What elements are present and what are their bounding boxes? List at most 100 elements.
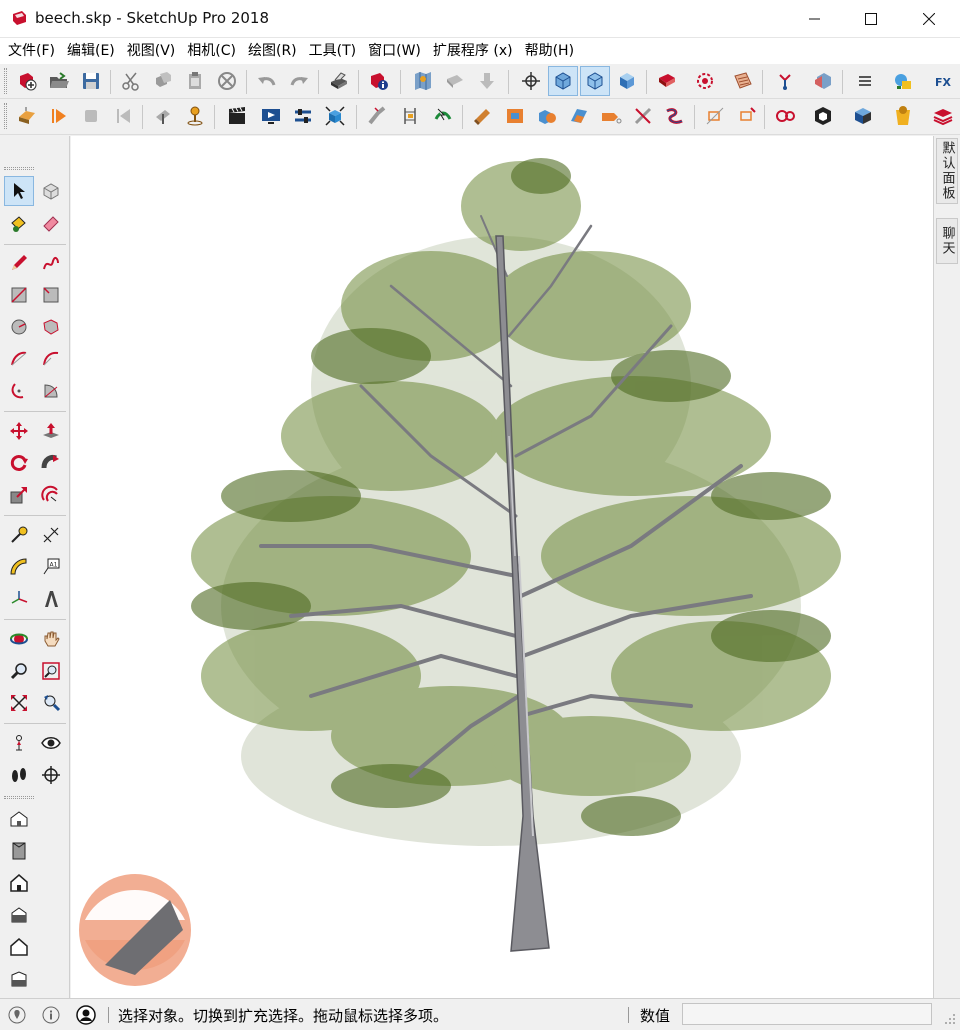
geo-location-button[interactable]	[6, 1004, 28, 1026]
drawing-viewport[interactable]	[71, 136, 933, 998]
rotated-rectangle-tool[interactable]	[36, 280, 66, 310]
curve-button[interactable]	[660, 101, 690, 131]
polygon-tool[interactable]	[36, 312, 66, 342]
print-button[interactable]	[324, 66, 354, 96]
front-view-button[interactable]	[4, 868, 34, 898]
undo-button[interactable]	[252, 66, 282, 96]
freehand-tool[interactable]	[36, 248, 66, 278]
toolbar-grip[interactable]	[4, 103, 7, 129]
maximize-button[interactable]	[842, 0, 900, 38]
wireframe-button[interactable]	[580, 66, 610, 96]
top-view-button[interactable]	[4, 836, 34, 866]
menu-window[interactable]: 窗口(W)	[363, 38, 426, 64]
menu-help[interactable]: 帮助(H)	[520, 38, 579, 64]
sandbox-button[interactable]	[12, 101, 42, 131]
two-point-arc-tool[interactable]	[36, 344, 66, 374]
section-plane-toolbar-button[interactable]	[690, 66, 720, 96]
new-button[interactable]	[12, 66, 42, 96]
menu-file[interactable]: 文件(F)	[3, 38, 60, 64]
delete-button[interactable]	[212, 66, 242, 96]
palette-grip[interactable]	[4, 167, 34, 170]
palette-grip[interactable]	[4, 796, 34, 799]
circle-tool[interactable]	[4, 312, 34, 342]
scale-tool[interactable]	[4, 480, 34, 510]
redo-button[interactable]	[284, 66, 314, 96]
tab-default-tray[interactable]: 默认面板	[936, 138, 958, 204]
tab-chat[interactable]: 聊天	[936, 218, 958, 264]
sketchfab-button[interactable]	[808, 101, 838, 131]
left-view-button[interactable]	[4, 964, 34, 994]
adjust-button[interactable]	[288, 101, 318, 131]
zoom-extents-tool[interactable]	[4, 688, 34, 718]
line-tool-button[interactable]	[362, 101, 392, 131]
cut-button[interactable]	[116, 66, 146, 96]
3d-warehouse-button[interactable]	[848, 101, 878, 131]
account-button[interactable]	[75, 1004, 97, 1026]
toolbar-grip[interactable]	[4, 68, 7, 94]
section-display-button[interactable]	[700, 101, 730, 131]
make-component-tool[interactable]	[36, 176, 66, 206]
menu-extensions[interactable]: 扩展程序 (x)	[428, 38, 518, 64]
arc-tool[interactable]	[4, 344, 34, 374]
close-button[interactable]	[900, 0, 958, 38]
resize-grip-icon[interactable]	[944, 1013, 956, 1025]
layers-button[interactable]	[928, 101, 958, 131]
position-camera-tool[interactable]	[4, 728, 34, 758]
tag-button[interactable]	[596, 101, 626, 131]
add-location-button[interactable]	[408, 66, 438, 96]
protractor-tool[interactable]	[4, 552, 34, 582]
shaded-button[interactable]	[612, 66, 642, 96]
text-tool[interactable]: A1	[36, 552, 66, 582]
offset-toolbar-button[interactable]	[500, 101, 530, 131]
orbit-tool[interactable]	[4, 624, 34, 654]
zoom-window-tool[interactable]	[36, 656, 66, 686]
3d-text-tool[interactable]	[36, 584, 66, 614]
look-around-toolbar-button[interactable]	[180, 101, 210, 131]
model-info-button[interactable]	[364, 66, 394, 96]
section-fill-button[interactable]	[732, 101, 762, 131]
pushpull-tool[interactable]	[36, 416, 66, 446]
solid-tools-button[interactable]	[532, 101, 562, 131]
components-button[interactable]	[770, 66, 800, 96]
presentation-button[interactable]	[256, 101, 286, 131]
menu-draw[interactable]: 绘图(R)	[243, 38, 302, 64]
menu-tools[interactable]: 工具(T)	[304, 38, 361, 64]
walk-tool[interactable]	[4, 760, 34, 790]
section-plane-tool[interactable]	[36, 760, 66, 790]
menu-edit[interactable]: 编辑(E)	[62, 38, 120, 64]
dimension-tool[interactable]	[36, 520, 66, 550]
share-model-button[interactable]	[440, 66, 470, 96]
knife-button[interactable]	[628, 101, 658, 131]
play-button[interactable]	[44, 101, 74, 131]
pie-tool[interactable]	[36, 376, 66, 406]
axes-tool[interactable]	[4, 584, 34, 614]
eraser-tool[interactable]	[36, 208, 66, 238]
back-view-button[interactable]	[4, 932, 34, 962]
select-tool[interactable]	[4, 176, 34, 206]
offset-tool[interactable]	[36, 480, 66, 510]
menu-list-button[interactable]	[850, 66, 880, 96]
dynamic-components-button[interactable]	[320, 101, 350, 131]
vray-button[interactable]	[888, 101, 918, 131]
iso-view-button[interactable]	[4, 804, 34, 834]
paste-button[interactable]	[180, 66, 210, 96]
tape-measure-tool[interactable]	[4, 520, 34, 550]
follow-me-toolbar-button[interactable]	[428, 101, 458, 131]
curviloft-button[interactable]	[770, 101, 800, 131]
minimize-button[interactable]	[786, 0, 844, 38]
extension-manager-button[interactable]	[888, 66, 918, 96]
position-camera-toolbar-button[interactable]	[148, 101, 178, 131]
intersect-button[interactable]	[564, 101, 594, 131]
paint-bucket-tool[interactable]	[4, 208, 34, 238]
three-point-arc-tool[interactable]	[4, 376, 34, 406]
previous-view-tool[interactable]	[36, 688, 66, 718]
stop-button[interactable]	[76, 101, 106, 131]
export-button[interactable]	[472, 66, 502, 96]
look-around-tool[interactable]	[36, 728, 66, 758]
rotate-tool[interactable]	[4, 448, 34, 478]
open-button[interactable]	[44, 66, 74, 96]
measurements-input[interactable]	[682, 1003, 932, 1025]
follow-me-tool[interactable]	[36, 448, 66, 478]
previous-scene-button[interactable]	[108, 101, 138, 131]
credits-button[interactable]	[40, 1004, 62, 1026]
